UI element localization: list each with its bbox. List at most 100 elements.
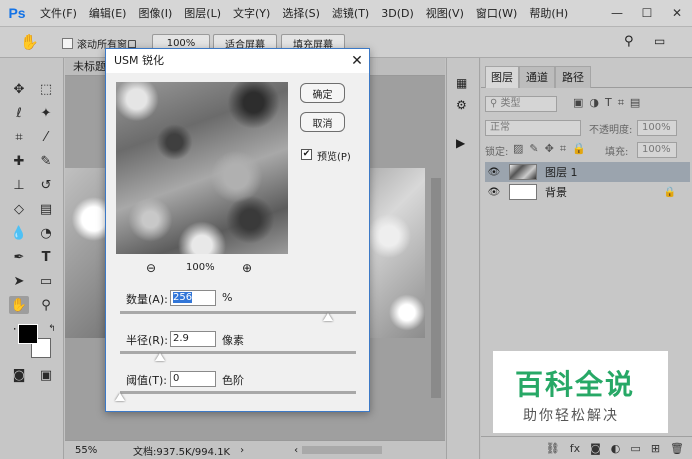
rectangle-tool-icon[interactable]: ▭	[36, 272, 56, 290]
add-mask-icon[interactable]: ◙	[590, 442, 601, 455]
filter-icons[interactable]: ▣◑T⌗▤	[573, 96, 646, 110]
menu-view[interactable]: 视图(V)	[420, 5, 470, 21]
menu-image[interactable]: 图像(I)	[132, 5, 178, 21]
close-window-icon[interactable]: ✕	[662, 0, 692, 26]
layer-thumbnail	[509, 164, 537, 180]
lasso-tool-icon[interactable]: ℓ	[9, 104, 29, 122]
document-info: 文档:937.5K/994.1K	[133, 446, 231, 458]
type-tool-icon[interactable]: T	[36, 248, 56, 266]
ok-button[interactable]: 确定	[300, 83, 345, 103]
close-icon[interactable]: ✕	[345, 49, 369, 73]
history-brush-icon[interactable]: ↺	[36, 176, 56, 194]
status-arrow-icon[interactable]: ›	[240, 445, 244, 456]
hand-tool-preset-icon[interactable]: ✋	[20, 33, 39, 51]
new-group-icon[interactable]: ▭	[630, 442, 640, 455]
scroll-left-icon[interactable]: ‹	[294, 445, 298, 456]
brush-tool-icon[interactable]: ✎	[36, 152, 56, 170]
menu-select[interactable]: 选择(S)	[276, 5, 326, 21]
amount-slider[interactable]	[120, 311, 356, 314]
opacity-field[interactable]: 100%	[637, 120, 677, 136]
quick-mask-icon[interactable]: ◙	[9, 366, 29, 384]
move-tool-icon[interactable]: ✥	[9, 80, 29, 98]
scroll-all-windows-checkbox[interactable]	[62, 38, 73, 49]
maximize-icon[interactable]: ☐	[632, 0, 662, 26]
hand-tool-icon[interactable]: ✋	[9, 296, 29, 314]
lock-icons[interactable]: ▨✎✥⌗🔒	[513, 142, 592, 156]
history-icon[interactable]: ▦	[456, 76, 467, 90]
watermark-subtitle: 助你轻松解决	[523, 408, 619, 424]
swap-colors-icon[interactable]: ↰	[42, 320, 62, 338]
tools-panel: ✥ ⬚ ℓ ✦ ⌗ ⁄ ✚ ✎ ⊥ ↺ ◇ ▤ 💧 ◔ ✒ T ➤ ▭ ✋ ⚲ …	[0, 58, 64, 459]
delete-layer-icon[interactable]: 🗑	[670, 442, 684, 455]
zoom-level[interactable]: 55%	[75, 445, 115, 456]
menu-help[interactable]: 帮助(H)	[523, 5, 574, 21]
adjustment-layer-icon[interactable]: ◐	[611, 442, 621, 455]
zoom-out-icon[interactable]: ⊖	[146, 261, 156, 275]
layer-row[interactable]: 👁 图层 1	[485, 162, 690, 182]
menu-type[interactable]: 文字(Y)	[227, 5, 276, 21]
healing-brush-icon[interactable]: ✚	[9, 152, 29, 170]
minimize-icon[interactable]: —	[602, 0, 632, 26]
layer-row[interactable]: 👁 背景 🔒	[485, 182, 690, 202]
visibility-eye-icon[interactable]: 👁	[487, 187, 501, 198]
preview-zoom-controls: ⊖ 100% ⊕	[146, 261, 266, 277]
horizontal-scrollbar[interactable]	[302, 446, 383, 454]
foreground-color-swatch[interactable]	[18, 324, 38, 344]
path-selection-icon[interactable]: ➤	[9, 272, 29, 290]
dialog-title: USM 锐化	[106, 49, 369, 73]
radius-slider-thumb[interactable]	[155, 353, 166, 361]
layer-thumbnail	[509, 184, 537, 200]
radius-label: 半径(R):	[126, 334, 168, 347]
filter-search-icon: ⚲	[490, 98, 498, 109]
threshold-slider-thumb[interactable]	[115, 393, 125, 401]
fx-icon[interactable]: fx	[570, 442, 580, 455]
gradient-tool-icon[interactable]: ▤	[36, 200, 56, 218]
watermark-title: 百科全说	[515, 368, 636, 401]
eraser-icon[interactable]: ◇	[9, 200, 29, 218]
menu-filter[interactable]: 滤镜(T)	[326, 5, 375, 21]
lock-icon[interactable]: 🔒	[664, 187, 676, 198]
opacity-label: 不透明度:	[589, 125, 633, 136]
pen-tool-icon[interactable]: ✒	[9, 248, 29, 266]
amount-input[interactable]: 256	[170, 290, 216, 306]
menu-3d[interactable]: 3D(D)	[375, 7, 420, 20]
radius-unit: 像素	[222, 334, 244, 347]
layer-filter-select[interactable]: ⚲ 类型	[485, 96, 557, 112]
blend-mode-select[interactable]: 正常	[485, 120, 581, 136]
lock-label: 锁定:	[485, 147, 509, 158]
properties-icon[interactable]: ⚙	[456, 98, 467, 112]
threshold-input[interactable]: 0	[170, 371, 216, 387]
threshold-slider[interactable]	[120, 391, 356, 394]
menu-file[interactable]: 文件(F)	[34, 5, 83, 21]
eyedropper-icon[interactable]: ⁄	[36, 128, 56, 146]
amount-slider-thumb[interactable]	[322, 313, 333, 321]
crop-tool-icon[interactable]: ⌗	[9, 128, 29, 146]
cancel-button[interactable]: 取消	[300, 112, 345, 132]
tab-channels[interactable]: 通道	[519, 66, 555, 88]
screen-mode-icon[interactable]: ▣	[36, 366, 56, 384]
panel-tabs: 图层 通道 路径	[481, 66, 692, 88]
zoom-tool-icon[interactable]: ⚲	[36, 296, 56, 314]
menu-edit[interactable]: 编辑(E)	[83, 5, 133, 21]
fill-field[interactable]: 100%	[637, 142, 677, 158]
radius-input[interactable]: 2.9	[170, 331, 216, 347]
new-layer-icon[interactable]: ⊞	[651, 442, 660, 455]
actions-play-icon[interactable]: ▶	[456, 136, 465, 150]
marquee-tool-icon[interactable]: ⬚	[36, 80, 56, 98]
dodge-tool-icon[interactable]: ◔	[36, 224, 56, 242]
vertical-scrollbar[interactable]	[431, 178, 441, 398]
search-icon[interactable]: ⚲	[624, 34, 634, 49]
visibility-eye-icon[interactable]: 👁	[487, 167, 501, 178]
zoom-in-icon[interactable]: ⊕	[242, 261, 252, 275]
magic-wand-icon[interactable]: ✦	[36, 104, 56, 122]
link-layers-icon[interactable]: ⛓	[546, 442, 560, 455]
preview-checkbox[interactable]: ✔	[301, 149, 312, 160]
blur-tool-icon[interactable]: 💧	[9, 224, 29, 242]
filter-preview[interactable]	[116, 82, 288, 254]
clone-stamp-icon[interactable]: ⊥	[9, 176, 29, 194]
menu-window[interactable]: 窗口(W)	[470, 5, 523, 21]
tab-paths[interactable]: 路径	[555, 66, 591, 88]
workspace-icon[interactable]: ▭	[654, 34, 665, 48]
tab-layers[interactable]: 图层	[485, 66, 519, 88]
menu-layer[interactable]: 图层(L)	[178, 5, 227, 21]
